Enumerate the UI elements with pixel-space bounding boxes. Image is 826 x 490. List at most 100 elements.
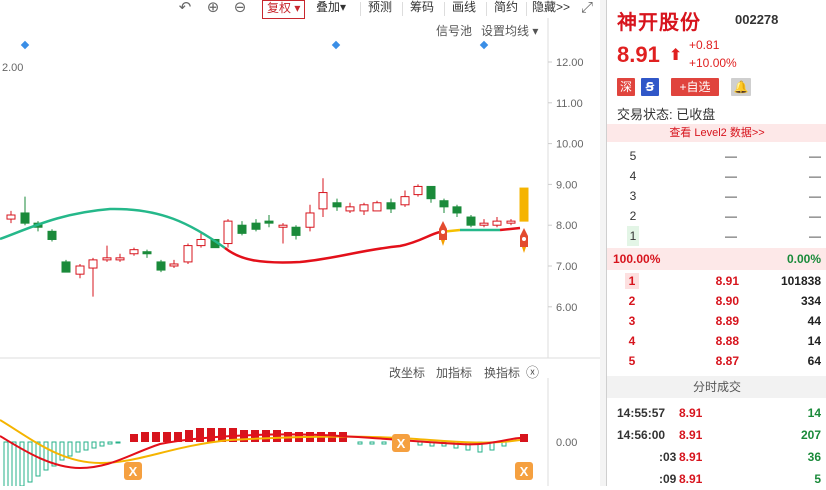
price-tick-label: 10.00: [556, 139, 584, 151]
candle-body: [142, 251, 152, 255]
candle-body: [345, 206, 355, 212]
macd-bar: [369, 441, 375, 445]
candle-body: [400, 196, 410, 206]
x-signal-icon[interactable]: X: [392, 434, 410, 452]
indicator-bars: [0, 419, 528, 490]
shenzhen-tag[interactable]: 深: [617, 78, 635, 96]
undo-icon[interactable]: ↶: [176, 0, 194, 18]
macd-bar: [381, 441, 387, 445]
divider: [360, 2, 361, 16]
left-price-label: 2.00: [2, 62, 23, 74]
svg-text:X: X: [520, 464, 529, 479]
candle-body: [291, 226, 301, 236]
fullscreen-icon[interactable]: ⤢: [578, 0, 596, 18]
trades-title: 分时成交: [607, 376, 826, 398]
price-tick-label: 8.00: [556, 220, 577, 232]
trade-row: 14:56:00 8.91 207: [617, 428, 821, 442]
stock-code: 002278: [735, 12, 779, 27]
zoom-in-icon[interactable]: ⊕: [204, 0, 222, 18]
price-tick-label: 9.00: [556, 179, 577, 191]
draw-line-button[interactable]: 画线: [448, 0, 480, 17]
macd-bar: [3, 441, 9, 490]
bid-row: 4 8.88 14: [628, 334, 821, 348]
close-indicator-icon[interactable]: ⓧ: [526, 362, 539, 381]
macd-bar: [11, 441, 17, 490]
current-price: 8.91: [617, 42, 660, 67]
divider: [402, 2, 403, 16]
candle-body: [426, 185, 436, 200]
add-indicator-link[interactable]: 加指标: [436, 364, 472, 381]
candle-body: [129, 249, 139, 255]
trade-status: 交易状态: 已收盘: [617, 107, 716, 122]
candle-body: [47, 230, 57, 240]
divider: [526, 2, 527, 16]
price-tick-label: 11.00: [556, 98, 583, 110]
alert-bell-icon[interactable]: 🔔: [731, 78, 751, 96]
panel-splitter[interactable]: [600, 0, 606, 486]
signal-pool-link[interactable]: 信号池: [436, 22, 472, 39]
kline-svg[interactable]: 2.00 12.00 11.00 10.00 9.00 8.00 7.00 6.00 0.0…: [0, 18, 600, 490]
macd-bar: [27, 441, 33, 483]
candle-body: [318, 192, 328, 210]
bid-row: 3 8.89 44: [628, 314, 821, 328]
svg-text:X: X: [397, 436, 406, 451]
candle-body: [439, 200, 449, 208]
add-watchlist-button[interactable]: +自选: [671, 78, 719, 96]
trade-row: :09 8.91 5: [659, 472, 821, 486]
ma-segment: [224, 230, 441, 264]
price-tick-label: 12.00: [556, 57, 584, 69]
x-signal-icon[interactable]: X: [515, 462, 533, 480]
candle-body: [452, 206, 462, 214]
zoom-out-icon[interactable]: ⊖: [231, 0, 249, 18]
kline-chart-area[interactable]: 2.00 12.00 11.00 10.00 9.00 8.00 7.00 6.00 0.0…: [0, 18, 600, 490]
macd-bar: [357, 441, 363, 445]
ma-segment: [0, 207, 226, 250]
candle-body: [88, 259, 98, 269]
candles: [6, 178, 529, 297]
candle-body: [183, 245, 193, 263]
bid-row: 1 8.91 101838: [607, 271, 826, 291]
x-signal-icon[interactable]: X: [124, 462, 142, 480]
hide-button[interactable]: 隐藏>>: [528, 0, 574, 17]
change-indicator-link[interactable]: 换指标: [484, 364, 520, 381]
overlay-button[interactable]: 叠加▾: [312, 0, 350, 17]
price-y-axis: 12.00 11.00 10.00 9.00 8.00 7.00 6.00: [548, 57, 584, 314]
rocket-icon[interactable]: [520, 228, 528, 253]
signal-marker[interactable]: [479, 40, 489, 50]
price-change: +0.81: [689, 38, 720, 52]
macd-bar: [163, 432, 171, 442]
candle-body: [305, 212, 315, 228]
macd-bar: [207, 428, 215, 442]
candle-body: [466, 216, 476, 226]
candle-body: [332, 202, 342, 208]
indicator-zero-label: 0.00: [556, 437, 577, 449]
candle-body: [519, 187, 529, 222]
rocket-icon[interactable]: [439, 221, 447, 246]
flash-icon[interactable]: Ꞩ: [641, 78, 659, 96]
macd-bar: [67, 441, 73, 457]
price-change-pct: +10.00%: [689, 56, 737, 70]
change-axis-link[interactable]: 改坐标: [389, 364, 425, 381]
macd-bar: [130, 434, 138, 442]
macd-bar: [273, 430, 281, 442]
candle-body: [359, 204, 369, 212]
candle-body: [156, 261, 166, 271]
signal-marker[interactable]: [20, 40, 30, 50]
candle-body: [386, 202, 396, 210]
ma-settings-link[interactable]: 设置均线 ▾: [481, 22, 538, 39]
candle-body: [492, 220, 502, 226]
level2-link[interactable]: 查看 Level2 数据>>: [607, 124, 826, 142]
candle-body: [223, 220, 233, 245]
simple-button[interactable]: 简约: [490, 0, 522, 17]
up-arrow-icon: ⬆: [669, 47, 683, 64]
signal-marker[interactable]: [331, 40, 341, 50]
candle-body: [61, 261, 71, 273]
forecast-button[interactable]: 预测: [364, 0, 396, 17]
restore-rights-button[interactable]: 复权 ▾: [262, 0, 306, 19]
macd-bar: [107, 441, 113, 445]
chips-button[interactable]: 筹码: [406, 0, 438, 17]
macd-bar: [262, 430, 270, 442]
macd-bar: [99, 441, 105, 447]
ask-row: 5— —: [629, 149, 821, 163]
price-tick-label: 6.00: [556, 302, 577, 314]
